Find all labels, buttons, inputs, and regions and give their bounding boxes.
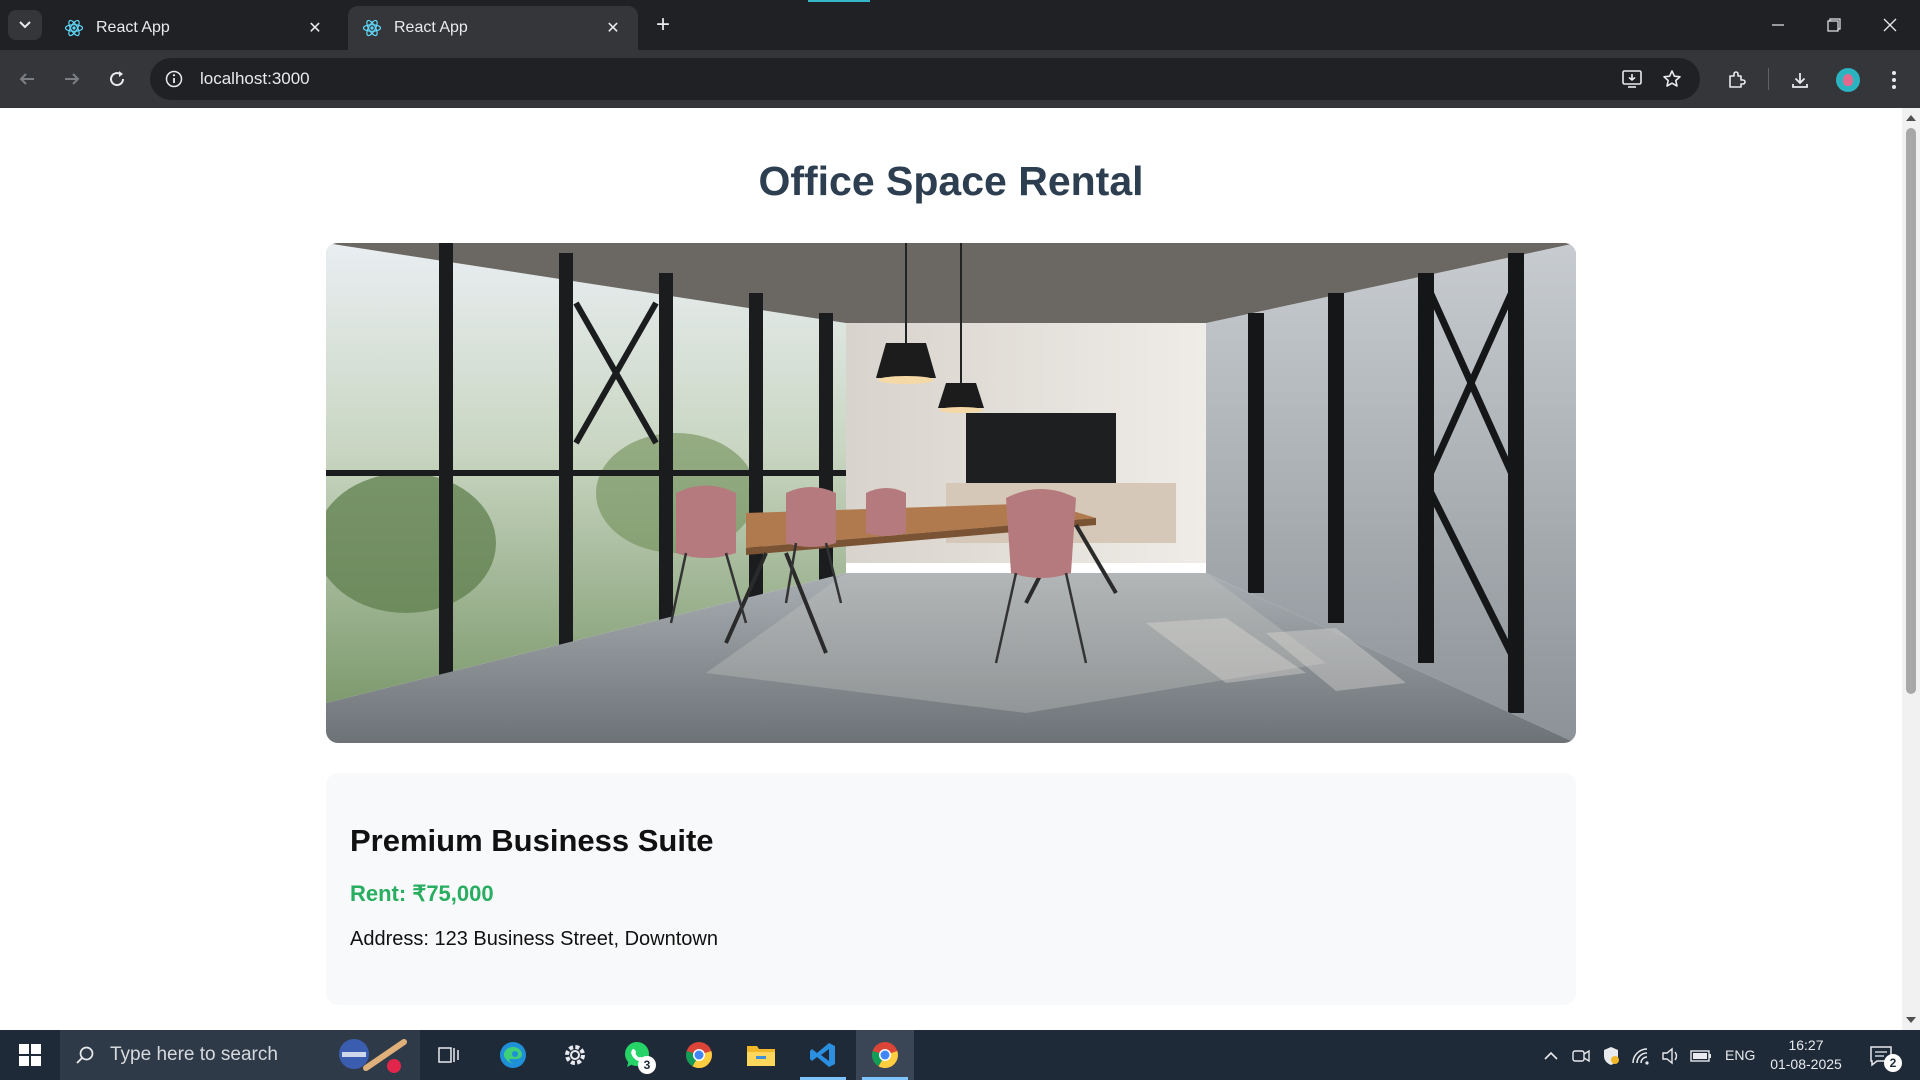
office-card: Premium Business Suite Rent: ₹75,000 Add… [326,773,1576,1005]
clock-time: 16:27 [1788,1037,1824,1053]
language-indicator[interactable]: ENG [1725,1047,1755,1063]
menu-kebab-icon[interactable] [1876,62,1912,98]
tab-close-icon[interactable]: ✕ [602,17,624,39]
clock[interactable]: 16:27 01-08-2025 [1760,1036,1852,1074]
search-placeholder: Type here to search [110,1044,278,1065]
chevron-down-icon [19,21,31,29]
chrome-app[interactable] [670,1030,728,1080]
tab-search-button[interactable] [8,10,42,40]
url-text: localhost:3000 [200,69,310,88]
search-icon [60,1030,110,1080]
downloads-icon[interactable] [1782,62,1818,98]
back-button[interactable] [10,62,44,96]
start-button[interactable] [0,1030,60,1080]
settings-app[interactable] [546,1030,604,1080]
page-viewport: Office Space Rental Premium Business Sui… [0,108,1902,1030]
scroll-thumb[interactable] [1906,128,1916,694]
reload-icon [110,71,125,87]
security-shield-icon[interactable] [1600,1045,1622,1067]
file-explorer-app[interactable] [732,1030,790,1080]
office-rent: Rent: ₹75,000 [350,881,494,906]
volume-icon[interactable] [1660,1045,1682,1067]
vscode-app[interactable] [794,1030,852,1080]
toolbar-separator [1768,68,1769,90]
taskbar-search[interactable]: Type here to search [60,1030,420,1080]
new-tab-button[interactable]: + [650,11,676,38]
tab-close-icon[interactable]: ✕ [304,17,326,39]
chevron-up-icon[interactable] [1540,1045,1562,1067]
vscode-icon [810,1043,835,1067]
tab-strip: React App ✕ React App ✕ + [0,0,1920,50]
whatsapp-badge: 3 [638,1056,656,1074]
cricket-highlight-icon [328,1034,412,1076]
react-icon [64,18,84,38]
avatar [1836,68,1860,92]
profile-avatar[interactable] [1830,62,1866,98]
react-icon [362,18,382,38]
chrome-active-app[interactable] [856,1030,914,1080]
edge-app[interactable] [484,1030,542,1080]
site-info-icon[interactable] [154,59,194,99]
edge-icon [500,1042,526,1068]
notification-center[interactable]: 2 [1866,1042,1902,1072]
office-image [326,243,1576,743]
windows-icon [19,1044,41,1066]
meet-now-icon[interactable] [1570,1045,1592,1067]
reload-button[interactable] [100,62,134,96]
battery-icon[interactable] [1690,1045,1712,1067]
notification-badge: 2 [1884,1054,1902,1072]
page-title: Office Space Rental [758,158,1144,204]
folder-icon [747,1046,775,1066]
arrow-right-icon [65,73,80,85]
task-view-button[interactable] [420,1030,478,1080]
scroll-up-icon[interactable] [1905,112,1917,124]
page-scrollbar[interactable] [1902,108,1920,1030]
restore-icon[interactable] [1806,0,1862,50]
office-address: Address: 123 Business Street, Downtown [350,928,718,950]
forward-button[interactable] [55,62,89,96]
close-window-icon[interactable] [1862,0,1918,50]
tab-title: React App [394,19,468,36]
bookmark-star-icon[interactable] [1652,58,1692,100]
address-bar[interactable]: localhost:3000 [150,58,1700,100]
whatsapp-app[interactable]: 3 [608,1030,666,1080]
browser-toolbar: localhost:3000 [0,50,1920,108]
scroll-down-icon[interactable] [1905,1014,1917,1026]
taskbar: Type here to search 3 ENG 16:27 01-08-20… [0,1030,1920,1080]
extensions-icon[interactable] [1718,62,1754,98]
office-name: Premium Business Suite [350,823,714,858]
tab-title: React App [96,19,170,36]
tab-react-app-1[interactable]: React App ✕ [50,6,340,50]
install-app-icon[interactable] [1612,58,1652,100]
tab-indicator [808,0,870,2]
chrome-icon [872,1042,898,1069]
task-view-icon [438,1047,459,1063]
network-icon[interactable] [1630,1045,1652,1067]
arrow-left-icon [19,73,34,85]
chrome-icon [686,1042,712,1069]
minimize-icon[interactable] [1750,0,1806,50]
clock-date: 01-08-2025 [1770,1056,1842,1072]
gear-icon [565,1045,585,1065]
tab-react-app-2[interactable]: React App ✕ [348,6,638,50]
